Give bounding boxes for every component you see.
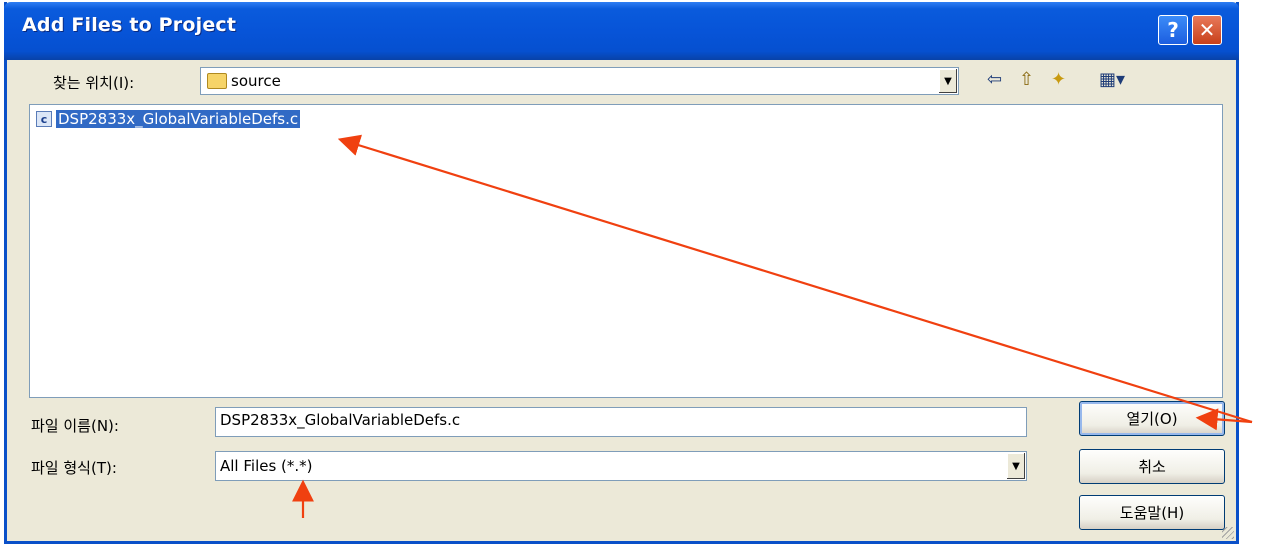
- back-icon[interactable]: ⇦: [987, 69, 1002, 90]
- file-type-dropdown-button[interactable]: ▼: [1006, 453, 1025, 479]
- file-name-input[interactable]: DSP2833x_GlobalVariableDefs.c: [215, 407, 1027, 437]
- look-in-combo[interactable]: source ▼: [200, 67, 959, 95]
- resize-grip[interactable]: [1222, 527, 1234, 539]
- list-item[interactable]: c DSP2833x_GlobalVariableDefs.c: [36, 109, 302, 129]
- up-folder-icon[interactable]: ⇧: [1019, 69, 1034, 90]
- add-files-dialog: Add Files to Project ? ✕ 찾는 위치(I): sourc…: [4, 2, 1239, 544]
- file-list[interactable]: c DSP2833x_GlobalVariableDefs.c: [29, 104, 1223, 398]
- window-title: Add Files to Project: [22, 14, 237, 36]
- open-button[interactable]: 열기(O): [1079, 401, 1225, 436]
- file-type-value: All Files (*.*): [220, 457, 313, 475]
- chevron-down-icon: ▼: [1012, 460, 1020, 472]
- look-in-dropdown-button[interactable]: ▼: [938, 69, 957, 93]
- folder-icon: [207, 73, 227, 89]
- file-type-label: 파일 형식(T):: [31, 459, 117, 477]
- cancel-button[interactable]: 취소: [1079, 449, 1225, 484]
- close-button[interactable]: ✕: [1192, 15, 1222, 45]
- view-menu-icon[interactable]: ▦▾: [1099, 69, 1125, 90]
- title-bar: Add Files to Project ? ✕: [4, 2, 1239, 60]
- help-button[interactable]: ?: [1158, 15, 1188, 45]
- c-file-icon: c: [36, 111, 52, 127]
- look-in-value: source: [231, 72, 281, 90]
- new-folder-icon[interactable]: ✦: [1051, 69, 1066, 90]
- look-in-label: 찾는 위치(I):: [53, 74, 135, 92]
- help-dialog-button[interactable]: 도움말(H): [1079, 495, 1225, 530]
- file-name-text: DSP2833x_GlobalVariableDefs.c: [54, 109, 302, 129]
- close-icon: ✕: [1198, 18, 1216, 42]
- file-name-label: 파일 이름(N):: [31, 417, 119, 435]
- chevron-down-icon: ▼: [944, 75, 952, 87]
- file-type-combo[interactable]: All Files (*.*) ▼: [215, 451, 1027, 481]
